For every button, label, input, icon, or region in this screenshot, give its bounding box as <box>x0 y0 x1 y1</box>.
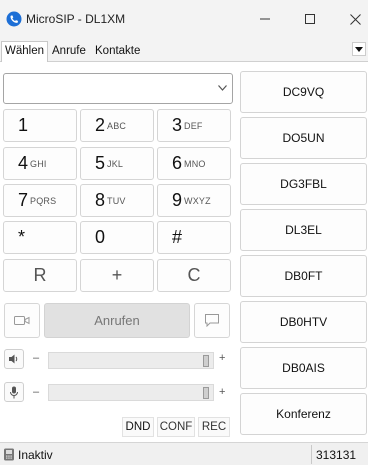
key-8[interactable]: 8 TUV <box>80 184 154 217</box>
key-7[interactable]: 7 PQRS <box>3 184 77 217</box>
key-9[interactable]: 9 WXYZ <box>157 184 231 217</box>
phone-status-icon <box>4 448 14 461</box>
record-toggle[interactable]: REC <box>198 417 230 437</box>
number-input[interactable] <box>8 78 208 100</box>
window-title: MicroSIP - DL1XM <box>26 12 126 26</box>
menu-dropdown-button[interactable] <box>352 42 366 56</box>
microphone-mute-button[interactable] <box>4 382 24 402</box>
speed-dial-button[interactable]: DB0FT <box>240 255 367 297</box>
tab-dial[interactable]: Wählen <box>1 41 48 63</box>
speaker-volume-slider[interactable] <box>48 352 214 369</box>
redial-button[interactable]: R <box>3 259 77 292</box>
status-bar: Inaktiv 313131 <box>0 442 368 465</box>
microphone-icon <box>10 386 18 398</box>
status-text: Inaktiv <box>18 448 53 462</box>
account-id: 313131 <box>316 448 357 462</box>
speed-dial-button[interactable]: DL3EL <box>240 209 367 251</box>
maximize-button[interactable] <box>287 0 333 38</box>
mic-volume-minus: – <box>33 386 40 398</box>
key-2[interactable]: 2 ABC <box>80 109 154 142</box>
conference-speed-button[interactable]: Konferenz <box>240 393 367 435</box>
mic-volume-plus: + <box>219 386 226 398</box>
speed-dial-button[interactable]: DB0HTV <box>240 301 367 343</box>
speed-dial-button[interactable]: DC9VQ <box>240 71 367 113</box>
speaker-icon <box>9 354 18 364</box>
key-hash[interactable]: # <box>157 221 231 254</box>
close-button[interactable] <box>332 0 368 38</box>
speed-dial-button[interactable]: DB0AIS <box>240 347 367 389</box>
key-0[interactable]: 0 <box>80 221 154 254</box>
key-4[interactable]: 4 GHI <box>3 147 77 180</box>
title-bar: MicroSIP - DL1XM <box>0 0 368 38</box>
dnd-toggle[interactable]: DND <box>122 417 154 437</box>
key-1[interactable]: 1 <box>3 109 77 142</box>
mic-volume-thumb[interactable] <box>203 387 209 399</box>
minimize-button[interactable] <box>242 0 288 38</box>
video-call-button[interactable] <box>4 303 40 338</box>
status-divider <box>311 445 312 464</box>
speaker-volume-plus: + <box>219 352 226 364</box>
speed-dial-button[interactable]: DG3FBL <box>240 163 367 205</box>
key-3[interactable]: 3 DEF <box>157 109 231 142</box>
conference-toggle[interactable]: CONF <box>157 417 195 437</box>
message-button[interactable] <box>194 303 230 338</box>
tab-calls[interactable]: Anrufe <box>49 42 89 62</box>
video-camera-icon <box>14 316 30 325</box>
app-logo-icon <box>6 11 22 27</box>
clear-button[interactable]: C <box>157 259 231 292</box>
tab-contacts[interactable]: Kontakte <box>92 42 143 62</box>
mic-volume-slider[interactable] <box>48 384 214 401</box>
speaker-volume-thumb[interactable] <box>203 355 209 367</box>
key-star[interactable]: * <box>3 221 77 254</box>
chevron-down-icon[interactable] <box>218 85 227 91</box>
speaker-volume-minus: – <box>33 352 40 364</box>
plus-button[interactable]: + <box>80 259 154 292</box>
chat-bubble-icon <box>205 314 219 327</box>
number-combobox[interactable] <box>3 73 233 104</box>
speed-dial-button[interactable]: DO5UN <box>240 117 367 159</box>
key-6[interactable]: 6 MNO <box>157 147 231 180</box>
call-button[interactable]: Anrufen <box>44 303 190 338</box>
tab-bar: Wählen Anrufe Kontakte <box>0 40 368 63</box>
key-5[interactable]: 5 JKL <box>80 147 154 180</box>
speaker-mute-button[interactable] <box>4 349 24 369</box>
